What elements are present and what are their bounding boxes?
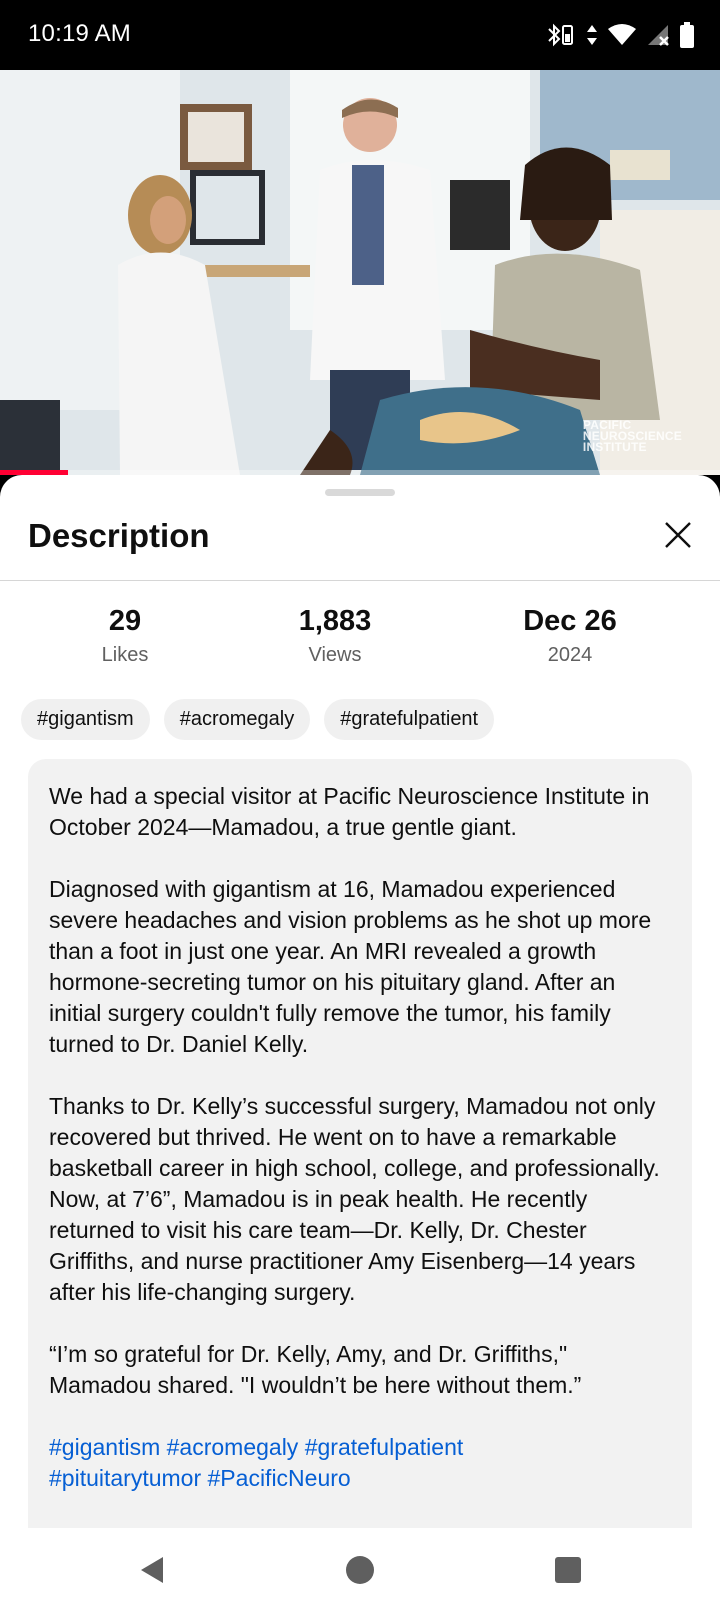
recents-icon	[555, 1557, 581, 1583]
description-paragraph: “I’m so grateful for Dr. Kelly, Amy, and…	[49, 1341, 582, 1398]
description-paragraph: Diagnosed with gigantism at 16, Mamadou …	[49, 876, 652, 1057]
hashtag-link[interactable]: #PacificNeuro	[208, 1465, 351, 1491]
battery-icon	[680, 22, 694, 48]
status-time: 10:19 AM	[28, 20, 132, 47]
wifi-icon	[608, 24, 636, 46]
hashtag-link[interactable]: #pituitarytumor	[49, 1465, 201, 1491]
description-hashtags: #gigantism #acromegaly #gratefulpatient …	[49, 1432, 671, 1494]
stat-likes: 29 Likes	[25, 605, 225, 667]
video-watermark: PACIFIC NEUROSCIENCE INSTITUTE	[582, 418, 682, 454]
data-arrows-icon	[586, 23, 598, 47]
likes-count: 29	[108, 605, 142, 637]
hashtag-chips: #gigantism #acromegaly #gratefulpatient	[21, 699, 495, 740]
recents-button[interactable]	[544, 1546, 592, 1594]
home-button[interactable]	[336, 1546, 384, 1594]
sheet-title: Description	[28, 517, 210, 554]
close-icon	[665, 522, 691, 548]
likes-label: Likes	[101, 644, 149, 666]
description-paragraph: We had a special visitor at Pacific Neur…	[49, 783, 650, 840]
divider	[0, 580, 720, 581]
description-paragraph: Thanks to Dr. Kelly’s successful surgery…	[49, 1093, 660, 1305]
publish-year: 2024	[547, 644, 593, 666]
stat-views: 1,883 Views	[235, 605, 435, 667]
hashtag-link[interactable]: #acromegaly	[167, 1434, 299, 1460]
hashtag-link[interactable]: #gigantism	[49, 1434, 160, 1460]
back-icon	[141, 1557, 163, 1583]
chip-gratefulpatient[interactable]: #gratefulpatient	[324, 699, 495, 740]
video-frame	[0, 70, 720, 475]
views-label: Views	[308, 644, 362, 666]
signal-icon	[646, 23, 670, 47]
description-sheet: Description 29 Likes 1,883 Views Dec 26 …	[0, 475, 720, 1528]
status-bar: 10:19 AM	[0, 0, 720, 70]
system-nav-bar	[0, 1528, 720, 1612]
publish-date: Dec 26	[523, 605, 617, 637]
video-player[interactable]: PACIFIC NEUROSCIENCE INSTITUTE	[0, 70, 720, 475]
close-button[interactable]	[658, 515, 698, 555]
views-count: 1,883	[298, 605, 372, 637]
stats-row: 29 Likes 1,883 Views Dec 26 2024	[0, 605, 720, 675]
back-button[interactable]	[128, 1546, 176, 1594]
description-box: We had a special visitor at Pacific Neur…	[28, 759, 692, 1528]
drag-handle[interactable]	[325, 489, 395, 496]
home-icon	[346, 1556, 374, 1584]
status-icons	[546, 20, 694, 50]
bluetooth-battery-icon	[546, 22, 576, 48]
hashtag-link[interactable]: #gratefulpatient	[305, 1434, 464, 1460]
chip-acromegaly[interactable]: #acromegaly	[163, 699, 311, 740]
stat-date: Dec 26 2024	[470, 605, 670, 667]
chip-gigantism[interactable]: #gigantism	[21, 699, 150, 740]
